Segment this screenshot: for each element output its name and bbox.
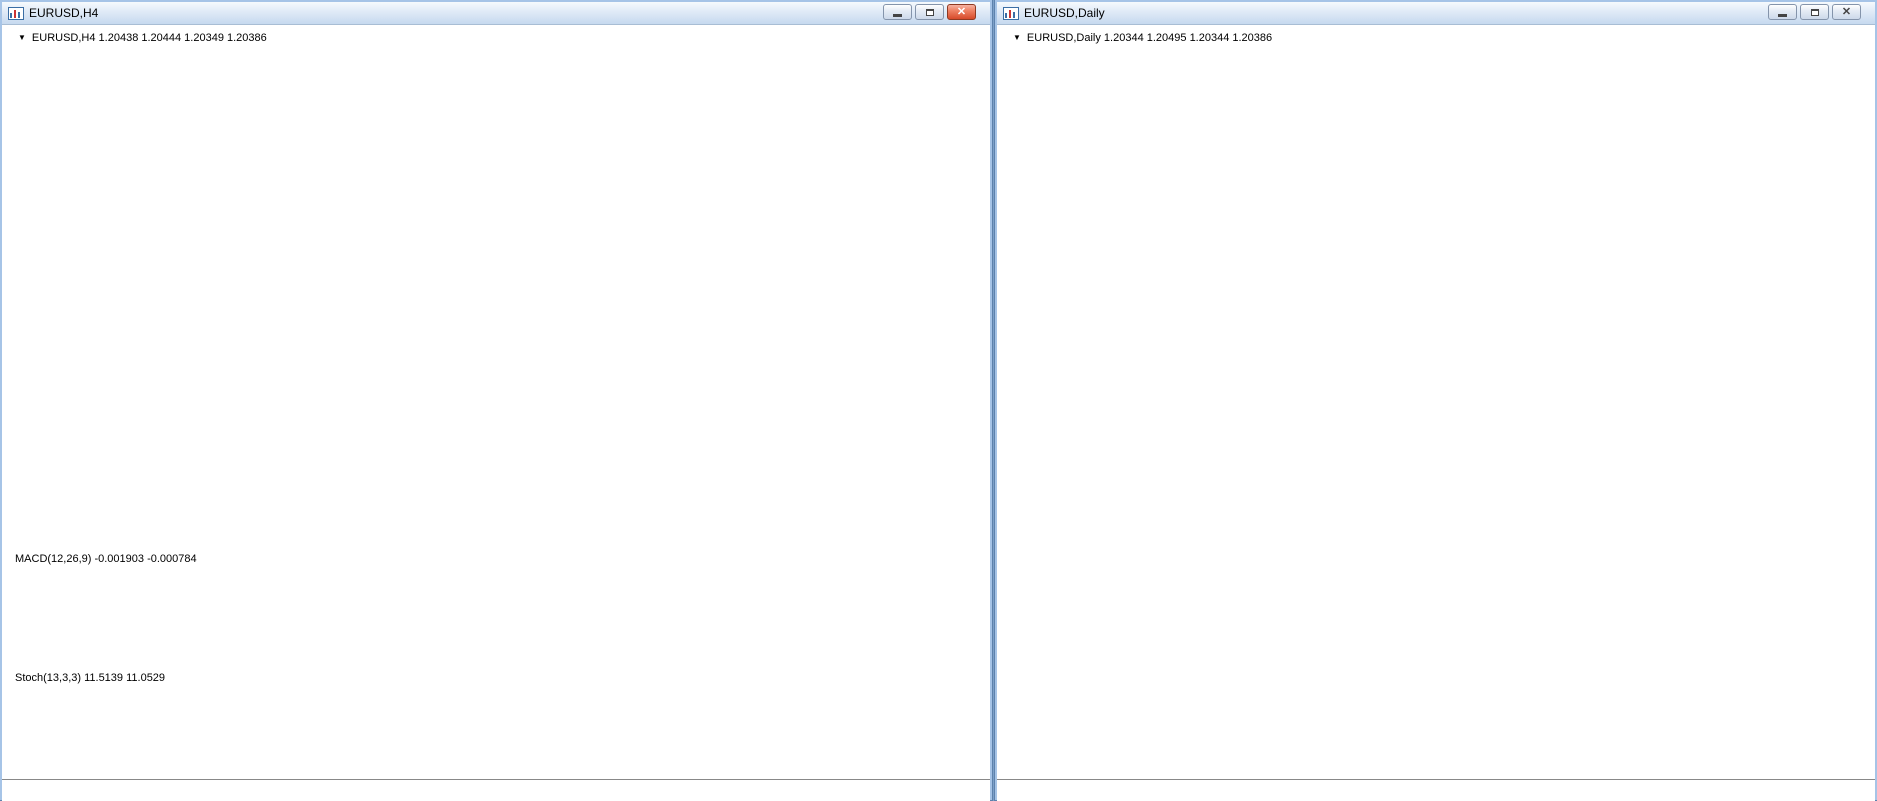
close-button[interactable]: ✕ <box>1832 4 1861 20</box>
minimize-button[interactable] <box>883 4 912 20</box>
restore-button[interactable] <box>1800 4 1829 20</box>
restore-button[interactable] <box>915 4 944 20</box>
symbol-dropdown-icon[interactable]: ▼ <box>18 33 26 42</box>
close-icon: ✕ <box>956 5 967 18</box>
chart-window-daily: EURUSD,Daily ✕ ▼ EURUSD,Daily 1.20344 1.2… <box>994 0 1877 801</box>
restore-icon <box>1810 8 1819 16</box>
chart-legend[interactable]: ▼ EURUSD,Daily 1.20344 1.20495 1.20344 1.… <box>1013 32 1272 44</box>
minimize-icon <box>893 14 902 17</box>
chart-icon <box>1003 6 1019 20</box>
time-axis[interactable] <box>2 779 990 801</box>
macd-label: MACD(12,26,9) -0.001903 -0.000784 <box>15 553 197 565</box>
minimize-icon <box>1778 14 1787 17</box>
window-title: EURUSD,H4 <box>29 6 99 20</box>
stoch-label: Stoch(13,3,3) 11.5139 11.0529 <box>15 672 166 684</box>
titlebar-daily[interactable]: EURUSD,Daily ✕ <box>997 2 1875 25</box>
symbol-dropdown-icon[interactable]: ▼ <box>1013 33 1021 42</box>
daily-chart-canvas[interactable] <box>997 2 1875 798</box>
ohlc-readout: EURUSD,Daily 1.20344 1.20495 1.20344 1.2… <box>1026 32 1273 44</box>
restore-icon <box>925 8 934 16</box>
time-axis[interactable] <box>997 779 1875 801</box>
price-axis[interactable] <box>1838 2 1877 772</box>
window-title: EURUSD,Daily <box>1024 6 1105 20</box>
minimize-button[interactable] <box>1768 4 1797 20</box>
titlebar-h4[interactable]: EURUSD,H4 ✕ <box>2 2 990 25</box>
price-axis[interactable] <box>928 2 990 779</box>
close-button[interactable]: ✕ <box>947 4 976 20</box>
chart-legend[interactable]: ▼ EURUSD,H4 1.20438 1.20444 1.20349 1.203… <box>18 32 267 44</box>
chart-icon <box>8 6 24 20</box>
chart-window-h4: EURUSD,H4 ✕ ▼ EURUSD,H4 1.20438 1.20444 1… <box>0 0 993 801</box>
ohlc-readout: EURUSD,H4 1.20438 1.20444 1.20349 1.2038… <box>31 32 267 44</box>
close-icon: ✕ <box>1841 5 1852 18</box>
